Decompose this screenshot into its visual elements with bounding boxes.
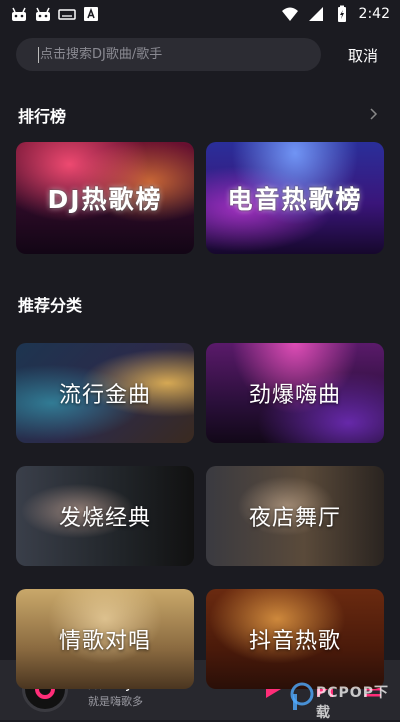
category-card-nightclub[interactable]: 夜店舞厅	[206, 466, 384, 566]
clock: 2:42	[358, 6, 390, 22]
card-label: 劲爆嗨曲	[248, 383, 341, 408]
chevron-right-icon[interactable]	[366, 107, 380, 121]
card-label: 抖音热歌	[248, 629, 341, 654]
chart-card-electronic-hot[interactable]: 电音热歌榜	[206, 142, 384, 254]
category-card-pop[interactable]: 流行金曲	[16, 343, 194, 443]
category-card-classic[interactable]: 发烧经典	[16, 466, 194, 566]
search-input[interactable]	[38, 47, 310, 62]
status-bar: 2:42	[0, 0, 400, 30]
categories-section-title: 推荐分类	[18, 296, 83, 315]
card-label: 电音热歌榜	[227, 185, 363, 214]
card-label: 流行金曲	[58, 383, 151, 408]
keyboard-icon	[58, 9, 76, 20]
chart-card-dj-hot[interactable]: DJ热歌榜	[16, 142, 194, 254]
android-notification-icon	[12, 7, 26, 21]
card-label: 发烧经典	[58, 506, 151, 531]
wifi-icon	[281, 7, 298, 21]
search-box[interactable]	[16, 38, 321, 71]
category-card-duet[interactable]: 情歌对唱	[16, 589, 194, 689]
android-notification-icon	[36, 7, 50, 21]
category-card-douyin[interactable]: 抖音热歌	[206, 589, 384, 689]
card-label: DJ热歌榜	[47, 185, 163, 214]
font-icon	[84, 7, 98, 21]
signal-icon	[308, 7, 323, 21]
player-subtitle: 就是嗨歌多	[88, 695, 143, 708]
card-label: 情歌对唱	[58, 629, 151, 654]
battery-charging-icon	[337, 5, 346, 22]
cancel-button[interactable]: 取消	[348, 45, 378, 66]
card-label: 夜店舞厅	[248, 506, 341, 531]
category-card-energetic[interactable]: 劲爆嗨曲	[206, 343, 384, 443]
text-cursor	[38, 47, 39, 63]
search-bar: 取消	[0, 38, 400, 72]
charts-section-title: 排行榜	[18, 107, 67, 126]
